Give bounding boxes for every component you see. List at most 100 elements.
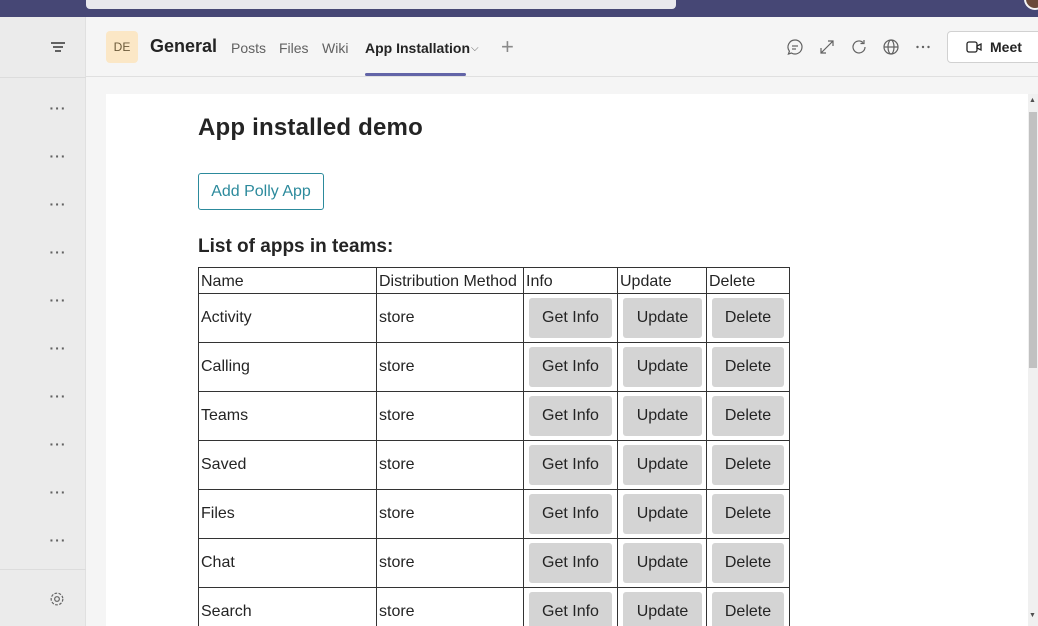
team-avatar[interactable]: DE <box>106 31 138 63</box>
get-info-button[interactable]: Get Info <box>529 298 612 338</box>
delete-button[interactable]: Delete <box>712 543 784 583</box>
gear-icon[interactable] <box>48 590 66 608</box>
delete-button[interactable]: Delete <box>712 494 784 534</box>
more-options-icon[interactable]: ··· <box>48 437 68 452</box>
delete-button[interactable]: Delete <box>712 396 784 436</box>
delete-cell: Delete <box>706 587 790 626</box>
tab-posts[interactable]: Posts <box>231 40 266 56</box>
add-tab-icon[interactable]: + <box>501 34 514 60</box>
app-name: Files <box>198 489 377 539</box>
tab-wiki[interactable]: Wiki <box>322 40 348 56</box>
table-row: Chat store Get Info Update Delete <box>198 538 790 588</box>
tab-files[interactable]: Files <box>279 40 309 56</box>
more-options-icon[interactable]: ··· <box>48 485 68 500</box>
table-row: Search store Get Info Update Delete <box>198 587 790 626</box>
update-button[interactable]: Update <box>623 396 702 436</box>
page-title: App installed demo <box>198 114 423 141</box>
more-options-icon[interactable]: ··· <box>48 101 68 116</box>
more-options-icon[interactable]: ··· <box>48 341 68 356</box>
delete-button[interactable]: Delete <box>712 347 784 387</box>
scrollbar-thumb[interactable] <box>1029 112 1037 368</box>
more-options-icon[interactable]: ··· <box>48 389 68 404</box>
add-polly-app-button[interactable]: Add Polly App <box>198 173 324 210</box>
update-cell: Update <box>617 489 707 539</box>
more-options-icon[interactable]: ··· <box>48 293 68 308</box>
update-cell: Update <box>617 440 707 490</box>
more-options-icon[interactable]: ··· <box>48 149 68 164</box>
update-cell: Update <box>617 342 707 392</box>
distribution-method: store <box>376 293 524 343</box>
channel-header: DE General Posts Files Wiki App Installa… <box>86 17 1038 77</box>
get-info-button[interactable]: Get Info <box>529 592 612 626</box>
distribution-method: store <box>376 440 524 490</box>
app-name: Teams <box>198 391 377 441</box>
channel-list-pane: ··· ··· ··· ··· ··· ··· ··· ··· ··· ··· <box>0 17 86 626</box>
info-cell: Get Info <box>523 587 618 626</box>
more-options-icon[interactable]: ··· <box>48 197 68 212</box>
table-row: Files store Get Info Update Delete <box>198 489 790 539</box>
info-cell: Get Info <box>523 538 618 588</box>
globe-icon[interactable] <box>882 38 900 56</box>
scroll-down-arrow-icon[interactable]: ▼ <box>1029 612 1036 619</box>
distribution-method: store <box>376 489 524 539</box>
delete-button[interactable]: Delete <box>712 298 784 338</box>
delete-cell: Delete <box>706 293 790 343</box>
active-tab-indicator <box>365 73 466 76</box>
delete-cell: Delete <box>706 489 790 539</box>
distribution-method: store <box>376 342 524 392</box>
delete-button[interactable]: Delete <box>712 445 784 485</box>
table-row: Activity store Get Info Update Delete <box>198 293 790 343</box>
app-name: Activity <box>198 293 377 343</box>
update-cell: Update <box>617 391 707 441</box>
expand-icon[interactable] <box>818 38 836 56</box>
table-header-row: Name Distribution Method Info Update Del… <box>198 267 790 294</box>
app-name: Chat <box>198 538 377 588</box>
info-cell: Get Info <box>523 440 618 490</box>
refresh-icon[interactable] <box>850 38 868 56</box>
meet-label: Meet <box>990 39 1022 55</box>
scroll-up-arrow-icon[interactable]: ▲ <box>1029 97 1036 104</box>
column-header-distribution-method: Distribution Method <box>376 267 524 294</box>
app-name: Saved <box>198 440 377 490</box>
column-header-name: Name <box>198 267 377 294</box>
conversation-icon[interactable] <box>786 38 804 56</box>
column-header-update: Update <box>617 267 707 294</box>
get-info-button[interactable]: Get Info <box>529 494 612 534</box>
update-button[interactable]: Update <box>623 543 702 583</box>
get-info-button[interactable]: Get Info <box>529 396 612 436</box>
delete-cell: Delete <box>706 538 790 588</box>
apps-table: Name Distribution Method Info Update Del… <box>198 267 790 626</box>
video-camera-icon <box>966 41 982 53</box>
update-button[interactable]: Update <box>623 494 702 534</box>
distribution-method: store <box>376 587 524 626</box>
update-button[interactable]: Update <box>623 347 702 387</box>
table-row: Saved store Get Info Update Delete <box>198 440 790 490</box>
tab-app-installation[interactable]: App Installation <box>365 40 470 56</box>
divider <box>0 77 86 78</box>
column-header-delete: Delete <box>706 267 790 294</box>
search-box[interactable] <box>86 0 676 9</box>
distribution-method: store <box>376 391 524 441</box>
table-row: Teams store Get Info Update Delete <box>198 391 790 441</box>
delete-cell: Delete <box>706 440 790 490</box>
update-cell: Update <box>617 587 707 626</box>
get-info-button[interactable]: Get Info <box>529 445 612 485</box>
chevron-down-icon[interactable]: ⌵ <box>471 43 479 54</box>
app-name: Calling <box>198 342 377 392</box>
update-button[interactable]: Update <box>623 298 702 338</box>
get-info-button[interactable]: Get Info <box>529 543 612 583</box>
meet-button[interactable]: Meet <box>947 31 1038 63</box>
more-options-icon[interactable]: ··· <box>48 533 68 548</box>
get-info-button[interactable]: Get Info <box>529 347 612 387</box>
more-options-icon[interactable] <box>914 38 932 56</box>
update-button[interactable]: Update <box>623 445 702 485</box>
more-options-icon[interactable]: ··· <box>48 245 68 260</box>
update-button[interactable]: Update <box>623 592 702 626</box>
table-row: Calling store Get Info Update Delete <box>198 342 790 392</box>
update-cell: Update <box>617 293 707 343</box>
distribution-method: store <box>376 538 524 588</box>
delete-button[interactable]: Delete <box>712 592 784 626</box>
info-cell: Get Info <box>523 489 618 539</box>
divider <box>0 569 86 570</box>
filter-icon[interactable] <box>50 41 66 53</box>
